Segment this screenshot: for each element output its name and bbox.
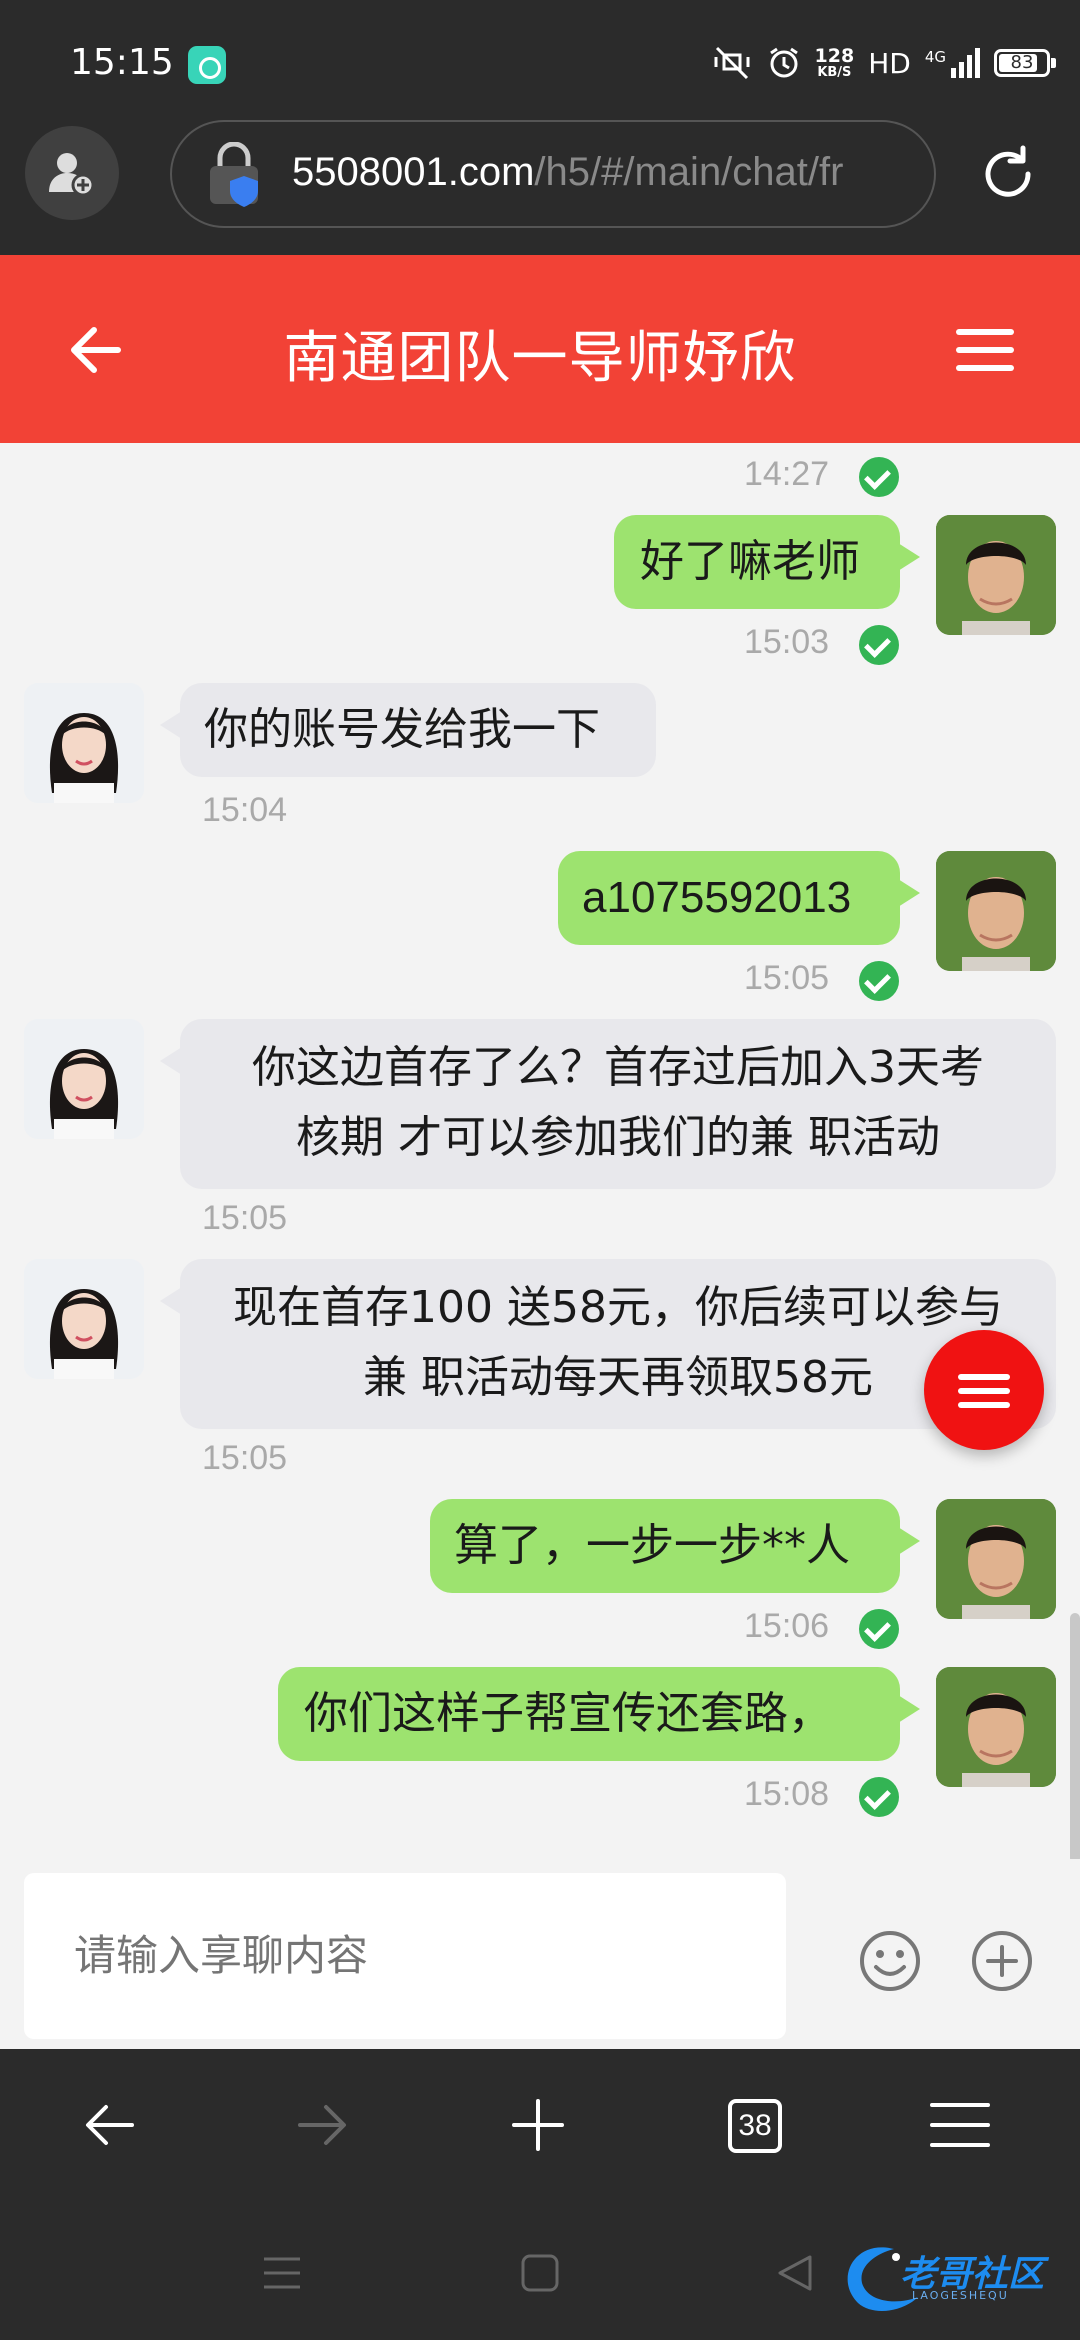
chat-title: 南通团队一导师妤欣 — [283, 326, 797, 391]
message-timestamp: 15:06 — [744, 1607, 830, 1645]
read-check-icon — [859, 961, 899, 1001]
browser-address-bar: 5508001.com/h5/#/main/chat/fr — [0, 120, 1080, 255]
message-bubble-outgoing[interactable]: 算了，一步一步**人 — [430, 1499, 920, 1593]
message-input[interactable] — [24, 1873, 786, 2039]
chat-input-bar — [0, 1859, 1080, 2049]
system-nav-bar: 老哥社区 LAOGESHEQU — [0, 2209, 1080, 2340]
read-check-icon — [859, 625, 899, 665]
message-timestamp: 15:05 — [202, 1199, 288, 1237]
reload-icon[interactable] — [976, 142, 1040, 206]
chat-messages[interactable]: 14:27 好了嘛老师 15:03 你的账号发给我一下 15:04 a10755… — [0, 443, 1080, 1859]
my-avatar[interactable] — [936, 851, 1056, 971]
message-timestamp: 15:04 — [202, 791, 288, 829]
system-back-icon[interactable] — [774, 2253, 814, 2293]
browser-bottom-nav: 38 — [0, 2049, 1080, 2209]
status-icons: 128 KB/S HD 4G 83 — [711, 38, 1056, 88]
contact-avatar[interactable] — [24, 1259, 144, 1379]
read-check-icon — [859, 1609, 899, 1649]
scrollbar[interactable] — [1070, 1613, 1080, 1859]
profile-button[interactable] — [25, 126, 119, 220]
mute-vibrate-icon — [714, 46, 750, 80]
secure-lock-icon — [210, 142, 258, 207]
status-bar: 15:15 128 KB/S HD 4G 83 — [0, 0, 1080, 120]
my-avatar[interactable] — [936, 515, 1056, 635]
message-timestamp: 14:27 — [744, 455, 830, 493]
hd-indicator: HD — [868, 46, 911, 80]
my-avatar[interactable] — [936, 1499, 1056, 1619]
message-timestamp: 15:05 — [744, 959, 830, 997]
message-bubble-incoming[interactable]: 你这边首存了么？首存过后加入3天考 核期 才可以参加我们的兼 职活动 — [160, 1019, 1056, 1189]
alarm-icon — [769, 47, 798, 78]
network-speed: 128 KB/S — [814, 44, 855, 80]
contact-avatar[interactable] — [24, 683, 144, 803]
emoji-icon[interactable] — [858, 1929, 922, 1993]
chat-header: 南通团队一导师妤欣 — [0, 255, 1080, 443]
contact-avatar[interactable] — [24, 1019, 144, 1139]
message-bubble-outgoing[interactable]: a1075592013 — [558, 851, 920, 945]
my-avatar[interactable] — [936, 1667, 1056, 1787]
browser-menu-icon[interactable] — [930, 2097, 990, 2153]
message-bubble-outgoing[interactable]: 好了嘛老师 — [614, 515, 920, 609]
message-timestamp: 15:08 — [744, 1775, 830, 1813]
status-time: 15:15 — [70, 42, 174, 83]
url-text: 5508001.com/h5/#/main/chat/fr — [292, 150, 844, 194]
header-menu-icon[interactable] — [956, 329, 1014, 383]
read-check-icon — [859, 457, 899, 497]
browser-back-icon[interactable] — [82, 2097, 138, 2153]
recent-apps-icon[interactable] — [262, 2255, 302, 2291]
tab-switcher-button[interactable]: 38 — [728, 2099, 782, 2153]
floating-menu-button[interactable] — [924, 1330, 1044, 1450]
battery-icon: 83 — [994, 49, 1056, 77]
signal-icon: 4G — [925, 48, 980, 78]
message-timestamp: 15:05 — [202, 1439, 288, 1477]
watermark-logo: 老哥社区 LAOGESHEQU — [834, 2239, 1064, 2319]
url-field[interactable]: 5508001.com/h5/#/main/chat/fr — [170, 120, 936, 228]
message-bubble-outgoing[interactable]: 你们这样子帮宣传还套路， — [278, 1667, 920, 1761]
add-attachment-icon[interactable] — [970, 1929, 1034, 1993]
home-icon[interactable] — [520, 2253, 560, 2293]
message-bubble-incoming[interactable]: 你的账号发给我一下 — [160, 683, 656, 777]
app-notification-icon — [188, 46, 226, 84]
browser-forward-icon[interactable] — [294, 2097, 350, 2153]
add-user-icon — [49, 153, 95, 197]
read-check-icon — [859, 1777, 899, 1817]
new-tab-icon[interactable] — [510, 2097, 566, 2153]
message-timestamp: 15:03 — [744, 623, 830, 661]
